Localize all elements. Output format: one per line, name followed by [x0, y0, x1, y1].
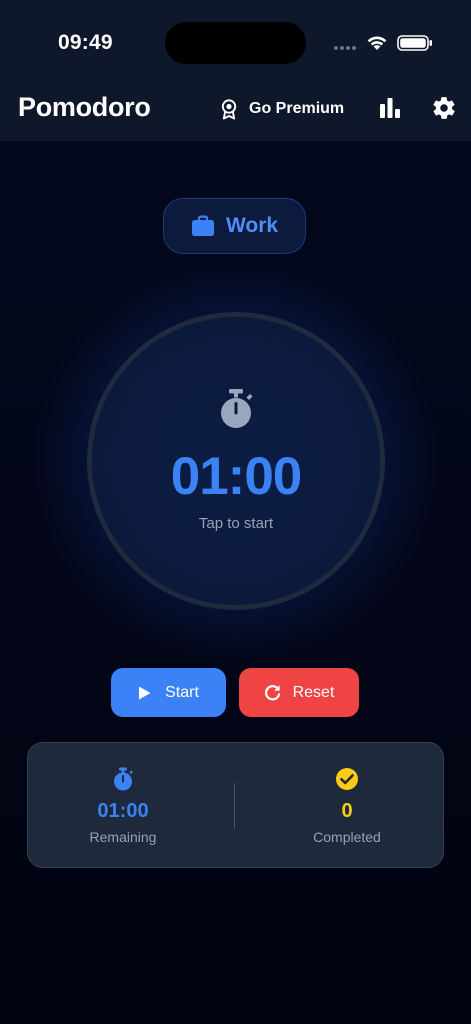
reset-label: Reset: [292, 683, 335, 701]
wifi-icon: [367, 36, 387, 50]
completed-value: 0: [341, 800, 353, 822]
start-button[interactable]: Start: [111, 668, 226, 717]
bar-chart-icon[interactable]: [378, 96, 402, 120]
app-title: Pomodoro: [18, 92, 151, 122]
start-label: Start: [165, 683, 199, 701]
completed-label: Completed: [313, 829, 381, 845]
status-bar: 09:49: [0, 0, 471, 84]
app-screen: 09:49 Pomodoro Go Premium Work 01:00 Tap…: [0, 0, 471, 1024]
stats-card: 01:00 Remaining 0 Completed: [27, 742, 444, 868]
refresh-icon: [264, 685, 280, 701]
app-header: Pomodoro Go Premium: [0, 84, 471, 141]
mode-selector-work[interactable]: Work: [163, 198, 306, 254]
gear-icon[interactable]: [431, 95, 457, 121]
dynamic-island: [165, 22, 306, 64]
timer-hint: Tap to start: [198, 515, 274, 532]
remaining-stat: 01:00 Remaining: [28, 743, 218, 869]
play-icon: [139, 686, 151, 699]
timer-display: 01:00: [170, 447, 303, 506]
cellular-signal-icon: [334, 46, 356, 50]
go-premium-label: Go Premium: [249, 100, 345, 117]
go-premium-button[interactable]: Go Premium: [218, 95, 344, 123]
award-icon: [221, 99, 237, 120]
remaining-value: 01:00: [97, 800, 149, 822]
completed-stat: 0 Completed: [252, 743, 442, 869]
briefcase-icon: [191, 215, 214, 236]
check-circle-icon: [336, 768, 358, 790]
mode-label: Work: [225, 214, 279, 237]
status-time: 09:49: [58, 31, 113, 54]
stopwatch-icon: [221, 389, 253, 428]
stats-divider: [234, 783, 235, 829]
timer-icon: [114, 767, 133, 791]
remaining-label: Remaining: [89, 829, 157, 845]
reset-button[interactable]: Reset: [239, 668, 359, 717]
battery-icon: [397, 35, 432, 51]
